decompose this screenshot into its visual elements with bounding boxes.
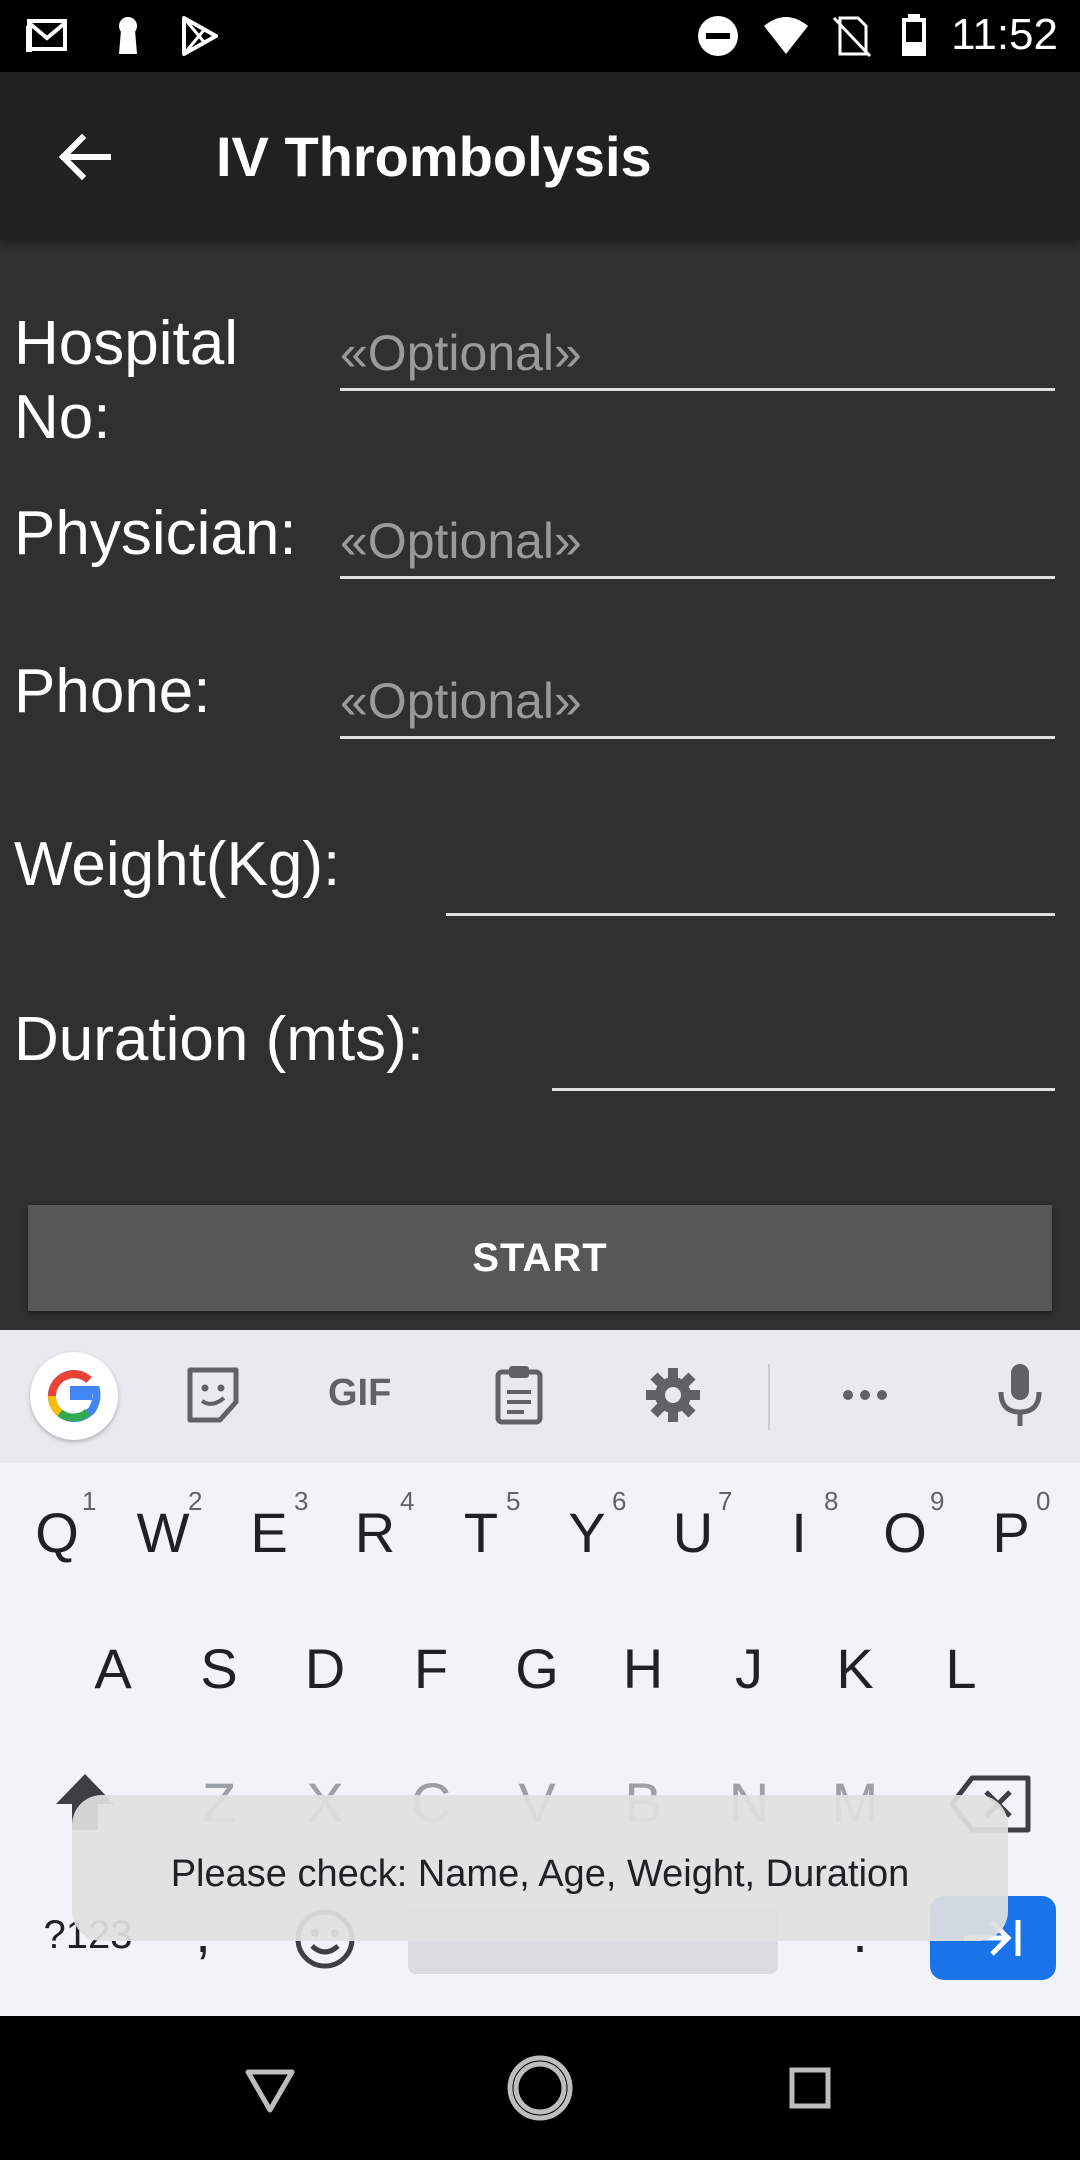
toolbar-divider — [768, 1364, 770, 1430]
start-button[interactable]: START — [28, 1205, 1052, 1311]
do-not-disturb-icon — [698, 16, 738, 56]
hospital-no-label: Hospital No: — [14, 309, 238, 452]
google-icon[interactable] — [30, 1352, 118, 1440]
key-j[interactable]: J — [704, 1636, 794, 1701]
navigation-bar — [0, 2016, 1080, 2160]
key-hint: 6 — [612, 1486, 627, 1516]
weight-label: Weight(Kg): — [14, 830, 341, 899]
gif-button[interactable]: GIF — [328, 1372, 391, 1415]
wifi-icon — [764, 17, 808, 54]
key-hint: 8 — [824, 1486, 839, 1516]
no-sim-icon — [832, 16, 872, 58]
recents-icon[interactable] — [770, 2048, 850, 2128]
physician-input[interactable] — [340, 506, 1055, 579]
duration-input[interactable] — [552, 1018, 1055, 1091]
key-d[interactable]: D — [280, 1636, 370, 1701]
back-arrow-icon[interactable] — [50, 122, 120, 192]
key-a[interactable]: A — [68, 1636, 158, 1701]
play-store-icon — [182, 16, 218, 56]
status-bar: 11:52 — [0, 0, 1080, 72]
battery-icon — [902, 14, 926, 56]
app-bar: IV Thrombolysis — [0, 72, 1080, 240]
weight-input[interactable] — [446, 843, 1055, 916]
phone-input[interactable] — [340, 666, 1055, 739]
sticker-icon[interactable] — [178, 1360, 248, 1430]
key-hint: 7 — [718, 1486, 733, 1516]
microphone-icon[interactable] — [985, 1360, 1055, 1430]
key-k[interactable]: K — [810, 1636, 900, 1701]
toast-message: Please check: Name, Age, Weight, Duratio… — [170, 1853, 910, 1895]
key-hint: 9 — [930, 1486, 945, 1516]
hospital-no-input[interactable] — [340, 318, 1055, 391]
key-hint: 2 — [188, 1486, 203, 1516]
key-hint: 3 — [294, 1486, 309, 1516]
key-hint: 0 — [1036, 1486, 1051, 1516]
clipboard-icon[interactable] — [484, 1360, 554, 1430]
key-h[interactable]: H — [598, 1636, 688, 1701]
physician-label: Physician: — [14, 499, 297, 568]
toast: Please check: Name, Age, Weight, Duratio… — [72, 1795, 1008, 1941]
more-options-icon[interactable] — [830, 1360, 900, 1430]
keyboard-toolbar: GIF — [0, 1330, 1080, 1463]
key-hint: 4 — [400, 1486, 415, 1516]
key-hint: 1 — [82, 1486, 97, 1516]
duration-label: Duration (mts): — [14, 1005, 424, 1074]
phone-label: Phone: — [14, 657, 211, 726]
key-hint: 5 — [506, 1486, 521, 1516]
home-icon[interactable] — [500, 2048, 580, 2128]
keyhole-icon — [119, 17, 137, 54]
page-title: IV Thrombolysis — [216, 125, 652, 188]
back-triangle-icon[interactable] — [230, 2048, 310, 2128]
gmail-icon — [26, 19, 67, 52]
key-l[interactable]: L — [916, 1636, 1006, 1701]
gear-icon[interactable] — [638, 1360, 708, 1430]
key-f[interactable]: F — [386, 1636, 476, 1701]
key-s[interactable]: S — [174, 1636, 264, 1701]
key-g[interactable]: G — [492, 1636, 582, 1701]
clock: 11:52 — [951, 10, 1058, 59]
